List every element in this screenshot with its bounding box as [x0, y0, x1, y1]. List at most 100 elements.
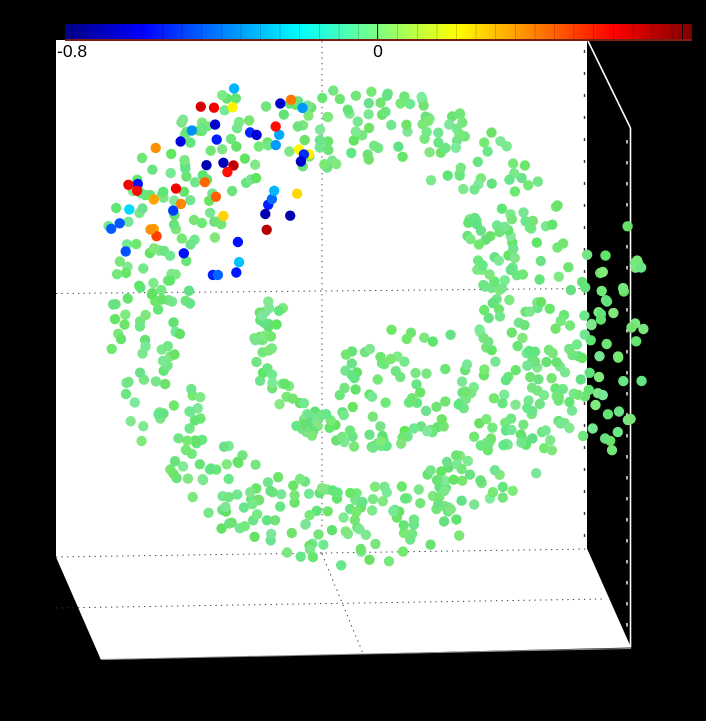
scatter-point [496, 203, 508, 214]
colorbar-tick [682, 24, 683, 39]
scatter-point [146, 289, 158, 300]
scatter-point [205, 145, 216, 156]
scatter-point [511, 270, 523, 281]
scatter-point [153, 409, 164, 420]
scatter-point [506, 327, 517, 338]
scatter-point-colored [145, 224, 156, 235]
scatter-point [158, 186, 169, 197]
scatter-point [377, 496, 389, 507]
scatter-point [346, 358, 357, 369]
scatter-point [250, 335, 261, 346]
scatter-point [381, 90, 393, 102]
scatter-point [422, 426, 433, 437]
scatter-point [251, 356, 262, 368]
scatter-point [425, 539, 436, 550]
scatter-point [295, 551, 306, 562]
scatter-point-colored [209, 119, 221, 130]
scatter-point [245, 487, 256, 498]
scatter-point [336, 431, 348, 443]
scatter-point [571, 339, 583, 350]
scatter-point [168, 468, 179, 479]
scatter-point [134, 280, 145, 291]
scatter-point [507, 158, 519, 169]
scatter-point [441, 456, 453, 468]
scatter-point [584, 367, 595, 378]
scatter-point [471, 219, 482, 230]
scatter-point [478, 279, 489, 291]
scatter-point [386, 324, 397, 335]
scatter-point [519, 319, 530, 331]
scatter-point [320, 409, 332, 420]
scatter-point [425, 175, 437, 186]
scatter-point [162, 340, 173, 352]
scatter-point [159, 378, 171, 390]
scatter-point-colored [270, 139, 281, 151]
scatter-point [397, 546, 409, 557]
scatter-point [410, 367, 421, 379]
scatter-point [174, 328, 186, 340]
scatter-point [465, 234, 476, 245]
scatter-point [486, 178, 497, 189]
colorbar-tick [377, 24, 378, 39]
scatter-point [398, 520, 409, 531]
scatter-point [123, 216, 134, 227]
scatter-point [563, 262, 574, 273]
scatter-point [448, 474, 459, 485]
scatter-point [318, 539, 329, 550]
scatter-point [479, 364, 490, 375]
scatter-point-colored [275, 98, 286, 109]
scatter-point [564, 320, 576, 331]
scatter-point [597, 266, 608, 278]
scatter-point-colored [212, 269, 224, 281]
scatter-point [281, 547, 293, 558]
scatter-point [494, 311, 506, 322]
scatter-point [440, 142, 451, 154]
scatter-point [338, 409, 349, 421]
scatter-point [342, 104, 353, 115]
scatter-point [524, 345, 535, 357]
scatter-point [120, 388, 132, 400]
scatter-point [250, 159, 261, 170]
scatter-point [438, 516, 450, 527]
scatter-point-colored [228, 83, 240, 94]
scatter-point [322, 111, 334, 123]
scatter-point [576, 352, 588, 364]
scatter-point [483, 336, 494, 347]
scatter-point [484, 269, 495, 280]
scatter-point [385, 353, 397, 365]
scatter-point [575, 374, 586, 385]
scatter-point [304, 509, 315, 521]
scatter-point [527, 433, 538, 444]
scatter-point [157, 355, 169, 367]
scatter-point-colored [123, 179, 134, 190]
scatter-point-colored [175, 136, 186, 147]
scatter-point [331, 158, 342, 170]
scatter-point [250, 459, 261, 470]
scatter-point [500, 375, 512, 386]
scatter-point [504, 174, 515, 185]
scatter-point [221, 459, 232, 470]
scatter-point [585, 335, 596, 346]
scatter-point [375, 421, 386, 432]
scatter-point [386, 119, 397, 131]
scatter-point [557, 238, 569, 249]
scatter-point [580, 282, 591, 293]
scatter-point-colored [114, 218, 125, 229]
scatter-point [169, 456, 181, 467]
scatter-point [606, 445, 618, 456]
scatter-point [350, 126, 361, 137]
scatter-point [156, 284, 167, 296]
scatter-point [397, 151, 408, 162]
scatter-point [535, 296, 547, 308]
scatter-point [273, 305, 285, 316]
scatter-point [509, 186, 521, 197]
scatter-point [352, 116, 363, 127]
scatter-point [408, 514, 420, 525]
scatter-point [298, 398, 310, 409]
scatter-point-colored [261, 224, 272, 235]
scatter-point [547, 347, 558, 359]
scatter-point [509, 252, 520, 264]
scatter-point [586, 319, 597, 331]
scatter-point [150, 376, 162, 387]
scatter-point [168, 400, 180, 411]
